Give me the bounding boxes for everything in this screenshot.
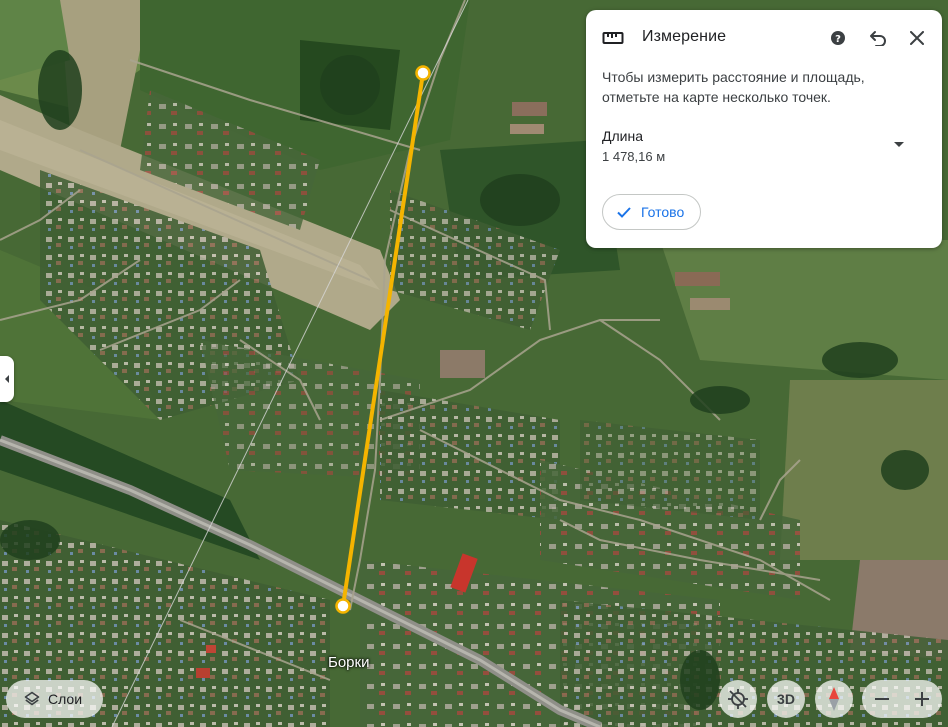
- done-button[interactable]: Готово: [602, 194, 702, 230]
- svg-text:?: ?: [835, 34, 841, 45]
- zoom-out-button[interactable]: [862, 680, 902, 718]
- check-icon: [617, 207, 631, 218]
- plus-icon: [915, 692, 929, 706]
- ruler-icon: [602, 32, 624, 44]
- zoom-in-button[interactable]: [902, 680, 942, 718]
- close-button[interactable]: [903, 24, 931, 52]
- location-off-icon: [728, 689, 748, 709]
- minus-icon: [875, 698, 889, 700]
- chevron-left-icon: [5, 375, 9, 383]
- length-dropdown[interactable]: Длина 1 478,16 м: [602, 128, 922, 172]
- layers-label: Слои: [48, 691, 83, 707]
- done-label: Готово: [641, 204, 685, 220]
- layers-icon: [24, 691, 40, 706]
- help-icon: ?: [831, 31, 845, 45]
- side-panel-toggle[interactable]: [0, 356, 14, 402]
- place-label-borki[interactable]: Борки: [328, 654, 369, 671]
- chevron-down-icon: [894, 142, 904, 147]
- length-value: 1 478,16 м: [602, 149, 666, 164]
- measure-panel-header: Измерение ?: [586, 10, 942, 66]
- undo-button[interactable]: [864, 24, 892, 52]
- location-button[interactable]: [719, 680, 757, 718]
- layers-button[interactable]: Слои: [6, 680, 103, 718]
- length-label: Длина: [602, 128, 643, 144]
- measure-panel: Измерение ? Чтобы измерить расстояние и …: [586, 10, 942, 248]
- 3d-toggle-button[interactable]: 3D: [767, 680, 805, 718]
- compass-icon: [829, 687, 839, 711]
- zoom-controls: [862, 680, 942, 718]
- compass-button[interactable]: [815, 680, 853, 718]
- help-button[interactable]: ?: [824, 24, 852, 52]
- undo-icon: [870, 31, 886, 46]
- measure-panel-title: Измерение: [642, 28, 727, 45]
- measure-instructions: Чтобы измерить расстояние и площадь, отм…: [602, 69, 865, 105]
- close-icon: [910, 31, 924, 45]
